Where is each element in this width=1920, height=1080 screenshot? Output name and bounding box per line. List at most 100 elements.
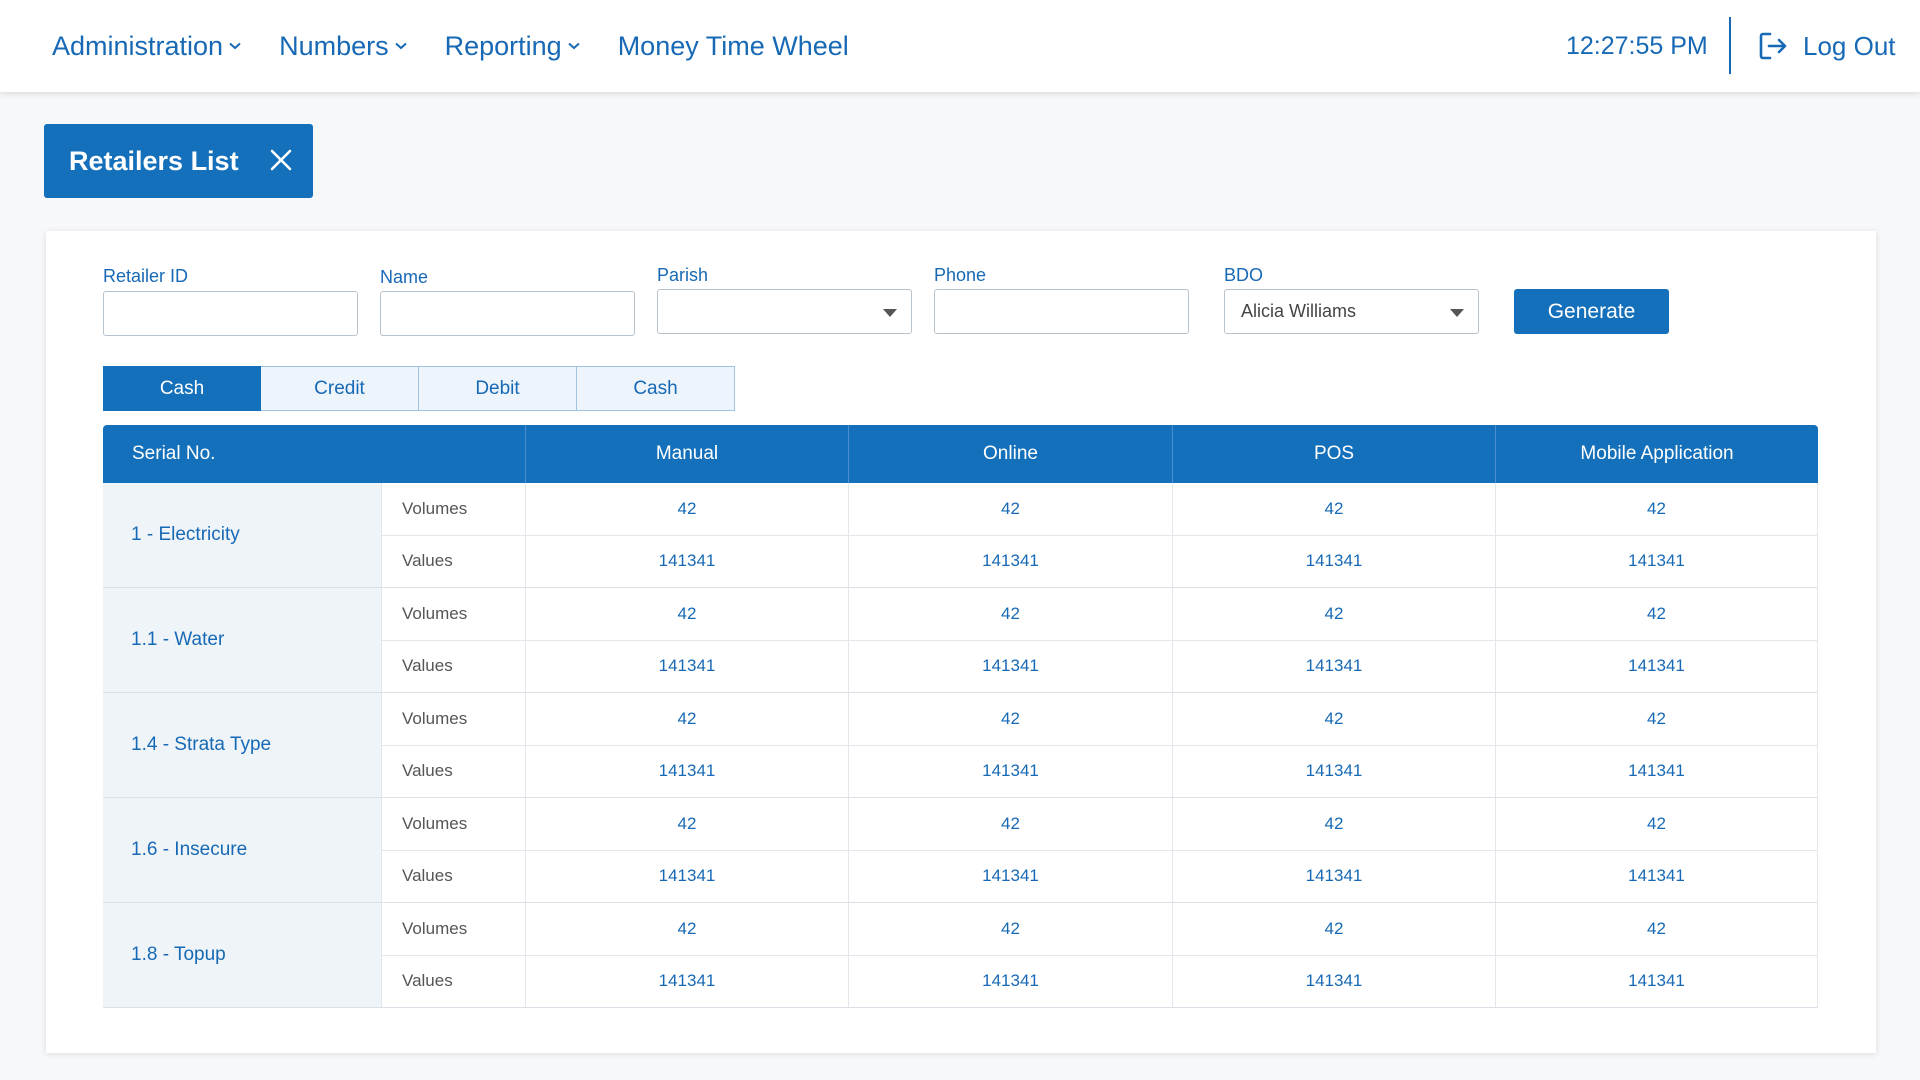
table-cell: 141341 bbox=[848, 955, 1172, 1007]
table-cell: 141341 bbox=[848, 850, 1172, 902]
phone-field[interactable] bbox=[934, 289, 1189, 334]
table-header: Serial No. Manual Online POS Mobile Appl… bbox=[103, 425, 1818, 483]
table-cell: 42 bbox=[1172, 903, 1495, 955]
table-cell: 42 bbox=[1495, 483, 1818, 535]
table-cell: 141341 bbox=[848, 535, 1172, 587]
metric-label: Values bbox=[381, 955, 525, 1007]
chevron-down-icon bbox=[568, 42, 580, 50]
caret-down-icon bbox=[1450, 309, 1464, 317]
tab-credit[interactable]: Credit bbox=[261, 366, 419, 411]
top-navbar: Administration Numbers Reporting Money T… bbox=[0, 0, 1920, 92]
parish-select[interactable] bbox=[657, 289, 912, 334]
logout-label: Log Out bbox=[1803, 30, 1896, 61]
retailer-id-label: Retailer ID bbox=[103, 266, 189, 286]
table-cell: 141341 bbox=[1172, 640, 1495, 692]
table-row: Values 141341 141341 141341 141341 bbox=[381, 849, 1818, 902]
table-cell: 42 bbox=[848, 798, 1172, 850]
table-cell: 42 bbox=[525, 483, 848, 535]
table-row-group: 1.6 - Insecure Volumes 42 42 42 42 Values 14134… bbox=[103, 798, 1818, 903]
bdo-value: Alicia Williams bbox=[1241, 301, 1357, 321]
serial-cell: 1.8 - Topup bbox=[103, 903, 381, 1007]
retailer-id-field[interactable] bbox=[103, 291, 358, 336]
table-cell: 42 bbox=[1495, 903, 1818, 955]
table-cell: 42 bbox=[525, 588, 848, 640]
caret-down-icon bbox=[883, 309, 897, 317]
table-cell: 42 bbox=[848, 903, 1172, 955]
table-row: Volumes 42 42 42 42 bbox=[381, 693, 1818, 745]
name-label: Name bbox=[380, 267, 429, 287]
serial-cell: 1.1 - Water bbox=[103, 588, 381, 692]
nav-administration[interactable]: Administration bbox=[52, 31, 241, 62]
table-cell: 141341 bbox=[1172, 955, 1495, 1007]
table-cell: 141341 bbox=[1495, 535, 1818, 587]
metric-label: Volumes bbox=[381, 798, 525, 850]
nav-numbers[interactable]: Numbers bbox=[279, 31, 407, 62]
tab-cash[interactable]: Cash bbox=[103, 366, 261, 411]
bdo-label: BDO bbox=[1224, 265, 1264, 285]
table-cell: 141341 bbox=[525, 640, 848, 692]
table-cell: 42 bbox=[1495, 693, 1818, 745]
table-row: Values 141341 141341 141341 141341 bbox=[381, 639, 1818, 692]
serial-cell: 1.4 - Strata Type bbox=[103, 693, 381, 797]
table-cell: 42 bbox=[1172, 798, 1495, 850]
name-input[interactable] bbox=[397, 292, 634, 335]
phone-label: Phone bbox=[934, 265, 987, 285]
table-cell: 42 bbox=[525, 798, 848, 850]
metric-label: Volumes bbox=[381, 483, 525, 535]
table-cell: 42 bbox=[1172, 483, 1495, 535]
column-header-serial: Serial No. bbox=[132, 443, 216, 464]
nav-money-time-wheel[interactable]: Money Time Wheel bbox=[618, 31, 849, 62]
table-cell: 42 bbox=[1495, 798, 1818, 850]
retailer-id-input[interactable] bbox=[120, 292, 357, 335]
tab-cash-2[interactable]: Cash bbox=[577, 366, 735, 411]
table-row-group: 1.4 - Strata Type Volumes 42 42 42 42 Values 14… bbox=[103, 693, 1818, 798]
table-cell: 141341 bbox=[525, 955, 848, 1007]
chevron-down-icon bbox=[229, 42, 241, 50]
page-tab-retailers-list[interactable]: Retailers List bbox=[44, 124, 313, 198]
table-row: Volumes 42 42 42 42 bbox=[381, 903, 1818, 955]
table-row: Volumes 42 42 42 42 bbox=[381, 483, 1818, 535]
nav-label: Money Time Wheel bbox=[617, 30, 849, 61]
nav-reporting[interactable]: Reporting bbox=[445, 31, 580, 62]
table-cell: 141341 bbox=[848, 745, 1172, 797]
table-cell: 141341 bbox=[525, 850, 848, 902]
name-field[interactable] bbox=[380, 291, 635, 336]
serial-cell: 1.6 - Insecure bbox=[103, 798, 381, 902]
table-cell: 141341 bbox=[525, 745, 848, 797]
chevron-down-icon bbox=[394, 42, 407, 50]
table-row: Volumes 42 42 42 42 bbox=[381, 588, 1818, 640]
phone-input[interactable] bbox=[951, 290, 1188, 333]
table-cell: 141341 bbox=[1172, 535, 1495, 587]
column-header-online: Online bbox=[848, 425, 1172, 483]
table-cell: 141341 bbox=[1495, 745, 1818, 797]
tab-debit[interactable]: Debit bbox=[419, 366, 577, 411]
table-body: 1 - Electricity Volumes 42 42 42 42 Values 1413… bbox=[103, 483, 1818, 1008]
table-cell: 141341 bbox=[1172, 745, 1495, 797]
column-header-mobile: Mobile Application bbox=[1495, 425, 1818, 483]
serial-cell: 1 - Electricity bbox=[103, 483, 381, 587]
main-nav: Administration Numbers Reporting Money T… bbox=[52, 0, 887, 92]
table-cell: 141341 bbox=[848, 640, 1172, 692]
nav-label: Numbers bbox=[279, 30, 389, 61]
table-cell: 42 bbox=[1172, 693, 1495, 745]
page-title: Retailers List bbox=[69, 145, 239, 176]
table-row: Values 141341 141341 141341 141341 bbox=[381, 954, 1818, 1007]
nav-label: Reporting bbox=[444, 30, 562, 61]
payment-type-tabs: Cash Credit Debit Cash bbox=[103, 366, 735, 411]
table-cell: 42 bbox=[848, 693, 1172, 745]
column-header-pos: POS bbox=[1172, 425, 1495, 483]
table-row: Volumes 42 42 42 42 bbox=[381, 798, 1818, 850]
close-icon[interactable] bbox=[269, 148, 293, 177]
metric-label: Values bbox=[381, 745, 525, 797]
metric-label: Volumes bbox=[381, 588, 525, 640]
table-cell: 42 bbox=[1495, 588, 1818, 640]
table-cell: 141341 bbox=[525, 535, 848, 587]
table-cell: 141341 bbox=[1495, 640, 1818, 692]
table-row-group: 1.8 - Topup Volumes 42 42 42 42 Values 141341 14… bbox=[103, 903, 1818, 1008]
logout-button[interactable]: Log Out bbox=[1757, 0, 1896, 92]
bdo-select[interactable]: Alicia Williams bbox=[1224, 289, 1479, 334]
logout-icon bbox=[1759, 32, 1787, 60]
generate-button[interactable]: Generate bbox=[1514, 289, 1669, 334]
table-cell: 42 bbox=[525, 693, 848, 745]
table-cell: 141341 bbox=[1172, 850, 1495, 902]
